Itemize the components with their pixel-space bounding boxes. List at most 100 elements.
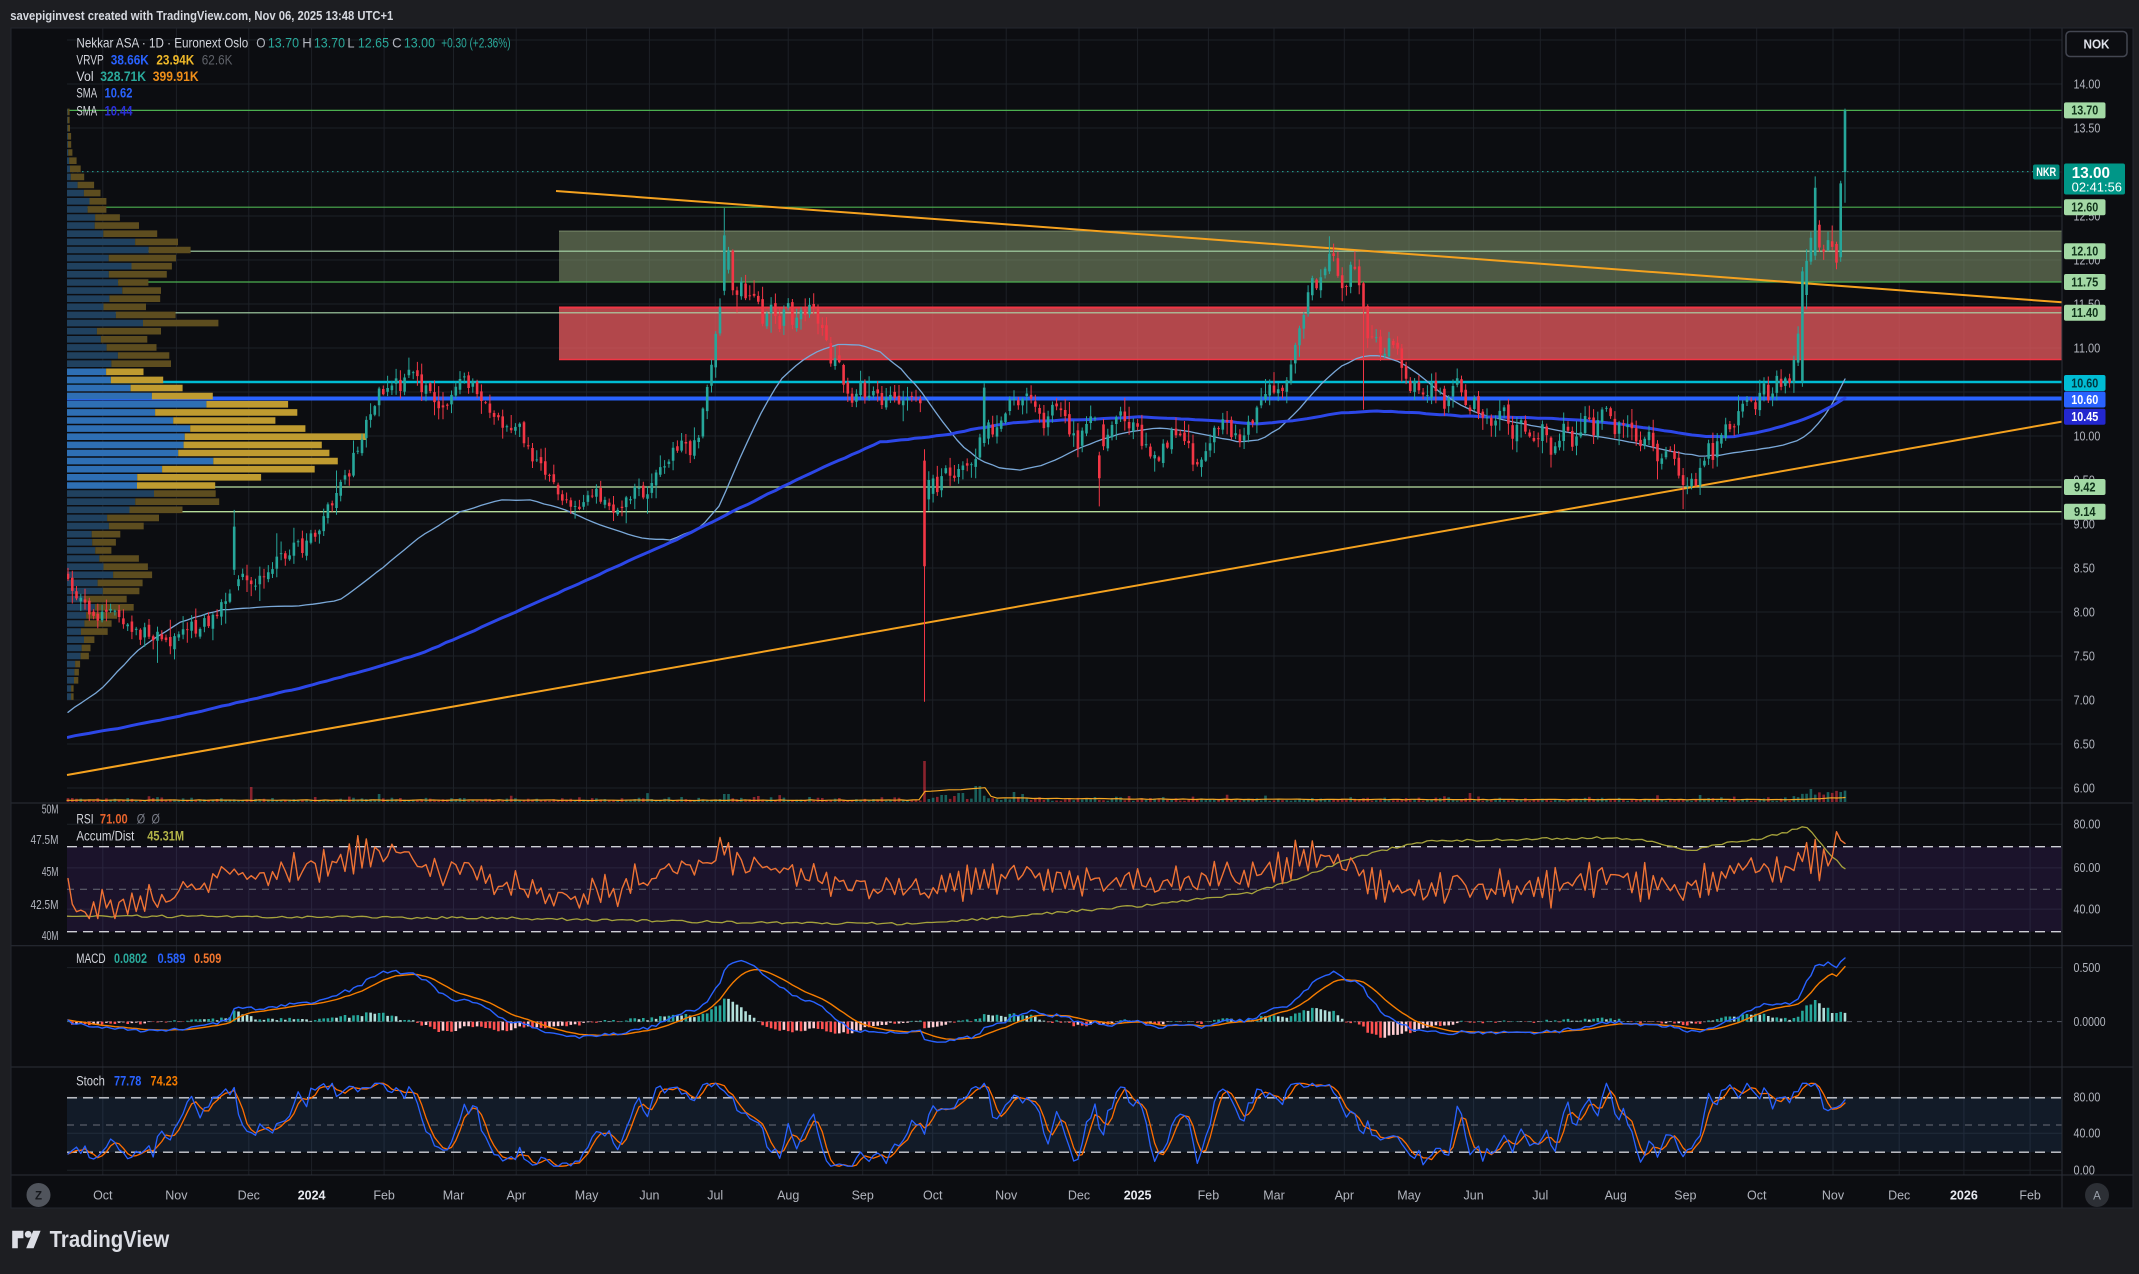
svg-text:80.00: 80.00 xyxy=(2074,818,2101,832)
svg-text:10.45: 10.45 xyxy=(2071,410,2098,424)
svg-text:Vol: Vol xyxy=(76,69,93,84)
svg-text:A: A xyxy=(2093,1190,2101,1202)
svg-text:74.23: 74.23 xyxy=(151,1074,179,1089)
svg-text:Sep: Sep xyxy=(1674,1189,1696,1203)
svg-text:Jun: Jun xyxy=(639,1189,659,1203)
svg-text:May: May xyxy=(1397,1189,1421,1203)
svg-text:Feb: Feb xyxy=(2019,1189,2041,1203)
svg-text:SMA: SMA xyxy=(76,104,97,119)
svg-text:Mar: Mar xyxy=(1263,1189,1285,1203)
svg-text:Ø: Ø xyxy=(137,812,146,827)
svg-text:40M: 40M xyxy=(42,929,59,943)
svg-text:Nekkar ASA · 1D · Euronext Osl: Nekkar ASA · 1D · Euronext Oslo xyxy=(76,34,248,50)
svg-text:Oct: Oct xyxy=(923,1189,943,1203)
svg-text:0.509: 0.509 xyxy=(194,951,221,966)
svg-text:10.62: 10.62 xyxy=(105,86,133,101)
svg-text:40.00: 40.00 xyxy=(2074,1127,2101,1141)
svg-text:77.78: 77.78 xyxy=(114,1074,142,1089)
svg-text:71.00: 71.00 xyxy=(100,812,128,827)
svg-text:Feb: Feb xyxy=(373,1189,395,1203)
svg-text:7.00: 7.00 xyxy=(2074,693,2095,707)
svg-text:328.71K: 328.71K xyxy=(100,69,146,84)
svg-text:13.70: 13.70 xyxy=(2071,104,2098,118)
svg-text:13.00: 13.00 xyxy=(404,34,435,50)
svg-text:0.0802: 0.0802 xyxy=(114,951,147,966)
svg-text:+0.30 (+2.36%): +0.30 (+2.36%) xyxy=(441,34,510,50)
svg-text:Aug: Aug xyxy=(1605,1189,1627,1203)
svg-text:O: O xyxy=(256,34,265,50)
svg-text:60.00: 60.00 xyxy=(2074,861,2101,875)
svg-text:9.14: 9.14 xyxy=(2074,505,2096,519)
svg-text:23.94K: 23.94K xyxy=(156,53,194,68)
svg-text:42.5M: 42.5M xyxy=(31,898,59,912)
svg-text:50M: 50M xyxy=(42,803,59,817)
svg-text:Stoch: Stoch xyxy=(76,1074,105,1089)
svg-text:VRVP: VRVP xyxy=(76,53,103,68)
svg-text:Jul: Jul xyxy=(1532,1189,1548,1203)
svg-text:Nov: Nov xyxy=(995,1189,1018,1203)
svg-text:0.500: 0.500 xyxy=(2074,961,2101,975)
svg-text:Nov: Nov xyxy=(1822,1189,1845,1203)
svg-text:Dec: Dec xyxy=(238,1189,260,1203)
svg-text:NOK: NOK xyxy=(2084,38,2110,52)
svg-text:38.66K: 38.66K xyxy=(111,53,149,68)
svg-text:10.00: 10.00 xyxy=(2074,429,2101,443)
svg-text:47.5M: 47.5M xyxy=(31,833,59,847)
svg-text:8.50: 8.50 xyxy=(2074,561,2095,575)
svg-text:6.50: 6.50 xyxy=(2074,737,2095,751)
svg-text:10.60: 10.60 xyxy=(2071,376,2098,390)
svg-text:399.91K: 399.91K xyxy=(153,69,199,84)
svg-text:May: May xyxy=(575,1189,599,1203)
svg-text:Jul: Jul xyxy=(707,1189,723,1203)
svg-text:0.589: 0.589 xyxy=(158,951,186,966)
svg-text:14.00: 14.00 xyxy=(2074,77,2101,91)
svg-text:8.00: 8.00 xyxy=(2074,605,2095,619)
svg-text:0.00: 0.00 xyxy=(2074,1164,2095,1178)
svg-text:Jun: Jun xyxy=(1464,1189,1484,1203)
svg-text:7.50: 7.50 xyxy=(2074,649,2095,663)
svg-text:45.31M: 45.31M xyxy=(147,829,184,844)
svg-text:11.00: 11.00 xyxy=(2074,341,2101,355)
svg-text:11.40: 11.40 xyxy=(2071,306,2098,320)
svg-text:Oct: Oct xyxy=(93,1189,113,1203)
svg-text:45M: 45M xyxy=(42,865,59,879)
svg-text:Accum/Dist: Accum/Dist xyxy=(76,829,134,844)
svg-text:10.60: 10.60 xyxy=(2071,393,2098,407)
svg-text:2025: 2025 xyxy=(1124,1189,1152,1203)
svg-text:Nov: Nov xyxy=(165,1189,188,1203)
svg-text:10.44: 10.44 xyxy=(105,104,133,119)
svg-text:L: L xyxy=(347,34,354,50)
svg-text:13.70: 13.70 xyxy=(314,34,345,50)
svg-text:Oct: Oct xyxy=(1747,1189,1767,1203)
svg-text:13.70: 13.70 xyxy=(268,34,299,50)
svg-text:12.60: 12.60 xyxy=(2071,201,2098,215)
svg-text:12.65: 12.65 xyxy=(358,34,389,50)
svg-text:H: H xyxy=(302,34,312,50)
svg-text:SMA: SMA xyxy=(76,86,97,101)
svg-text:C: C xyxy=(392,34,402,50)
svg-text:Sep: Sep xyxy=(852,1189,874,1203)
svg-text:9.42: 9.42 xyxy=(2074,480,2096,494)
svg-text:Z: Z xyxy=(35,1190,42,1202)
svg-text:Apr: Apr xyxy=(506,1189,525,1203)
svg-text:Feb: Feb xyxy=(1198,1189,1220,1203)
svg-text:NKR: NKR xyxy=(2036,167,2057,179)
svg-text:40.00: 40.00 xyxy=(2074,902,2101,916)
svg-text:MACD: MACD xyxy=(76,951,106,966)
svg-text:Dec: Dec xyxy=(1068,1189,1090,1203)
svg-text:Aug: Aug xyxy=(777,1189,799,1203)
svg-text:savepiginvest created with Tra: savepiginvest created with TradingView.c… xyxy=(10,8,393,23)
svg-text:RSI: RSI xyxy=(76,812,93,827)
svg-text:13.50: 13.50 xyxy=(2074,121,2101,135)
svg-text:12.10: 12.10 xyxy=(2071,245,2098,259)
svg-text:Apr: Apr xyxy=(1335,1189,1354,1203)
svg-text:Dec: Dec xyxy=(1888,1189,1910,1203)
svg-text:02:41:56: 02:41:56 xyxy=(2072,180,2122,195)
svg-text:11.75: 11.75 xyxy=(2071,275,2098,289)
svg-text:62.6K: 62.6K xyxy=(202,53,233,68)
svg-text:6.00: 6.00 xyxy=(2074,781,2095,795)
svg-text:80.00: 80.00 xyxy=(2074,1090,2101,1104)
svg-text:2024: 2024 xyxy=(298,1189,326,1203)
svg-text:2026: 2026 xyxy=(1950,1189,1978,1203)
svg-text:TradingView: TradingView xyxy=(50,1226,170,1252)
